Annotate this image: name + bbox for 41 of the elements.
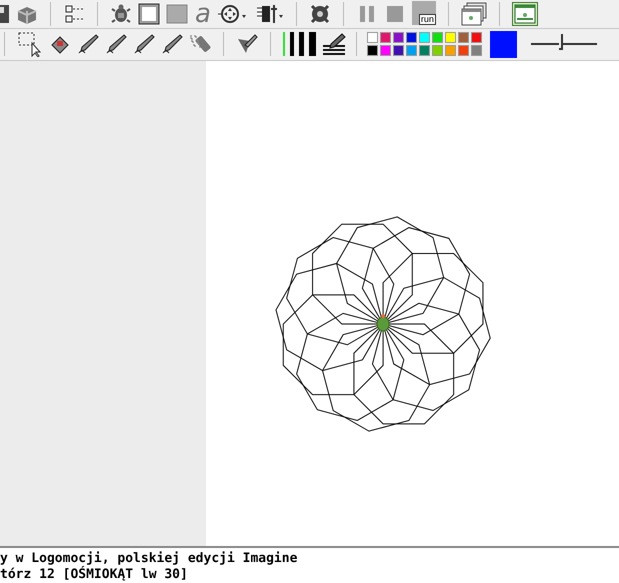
filled-rectangle-icon[interactable]: [166, 2, 188, 25]
slider-thumb[interactable]: [558, 34, 563, 50]
palette-swatch[interactable]: [458, 32, 469, 44]
framed-square-icon[interactable]: [138, 2, 160, 25]
pen-style-icon[interactable]: [322, 32, 346, 56]
palette-swatch[interactable]: [432, 45, 443, 56]
palette-swatch[interactable]: [367, 32, 378, 44]
palette-swatch[interactable]: [445, 45, 456, 56]
pen-width-option[interactable]: [309, 32, 316, 56]
palette-swatch[interactable]: [393, 32, 404, 44]
palette-swatch[interactable]: [471, 45, 482, 56]
palette-swatch[interactable]: [458, 45, 469, 56]
selection-tool-icon[interactable]: [17, 31, 43, 58]
pen-width-option[interactable]: [299, 32, 304, 56]
palette-swatch[interactable]: [419, 45, 430, 56]
eraser-pencil-icon[interactable]: [236, 33, 258, 56]
console-line: y w Logomocji, polskiej edycji Imagine: [0, 551, 298, 566]
palette-swatch[interactable]: [406, 32, 417, 44]
palette-swatch[interactable]: [445, 32, 456, 44]
turtle-icon: [376, 314, 390, 332]
pencil-icon[interactable]: [77, 33, 99, 56]
palette-swatch[interactable]: [380, 45, 391, 56]
page-view-button[interactable]: [512, 2, 538, 26]
stacked-pages-icon[interactable]: [460, 2, 487, 26]
pencil-icon[interactable]: [161, 33, 183, 56]
direction-dropdown-icon[interactable]: [218, 2, 248, 25]
palette-swatch[interactable]: [393, 45, 404, 56]
palette-swatch[interactable]: [380, 32, 391, 44]
pencil-icon[interactable]: [105, 33, 127, 56]
tree-list-icon[interactable]: [63, 2, 85, 25]
turtle-icon[interactable]: [110, 2, 132, 25]
palette-swatch[interactable]: [367, 45, 378, 56]
pencil-icon[interactable]: [133, 33, 155, 56]
palette-swatch[interactable]: [406, 45, 417, 56]
text-tool-button[interactable]: a: [194, 0, 212, 27]
palette-swatch[interactable]: [471, 32, 482, 44]
run-button[interactable]: run: [412, 0, 436, 25]
palette-swatch[interactable]: [419, 32, 430, 44]
pen-width-option[interactable]: [290, 32, 294, 56]
palette-swatch[interactable]: [432, 32, 443, 44]
console-line: tórz 12 [OŚMIOKĄT lw 30]: [0, 567, 189, 583]
